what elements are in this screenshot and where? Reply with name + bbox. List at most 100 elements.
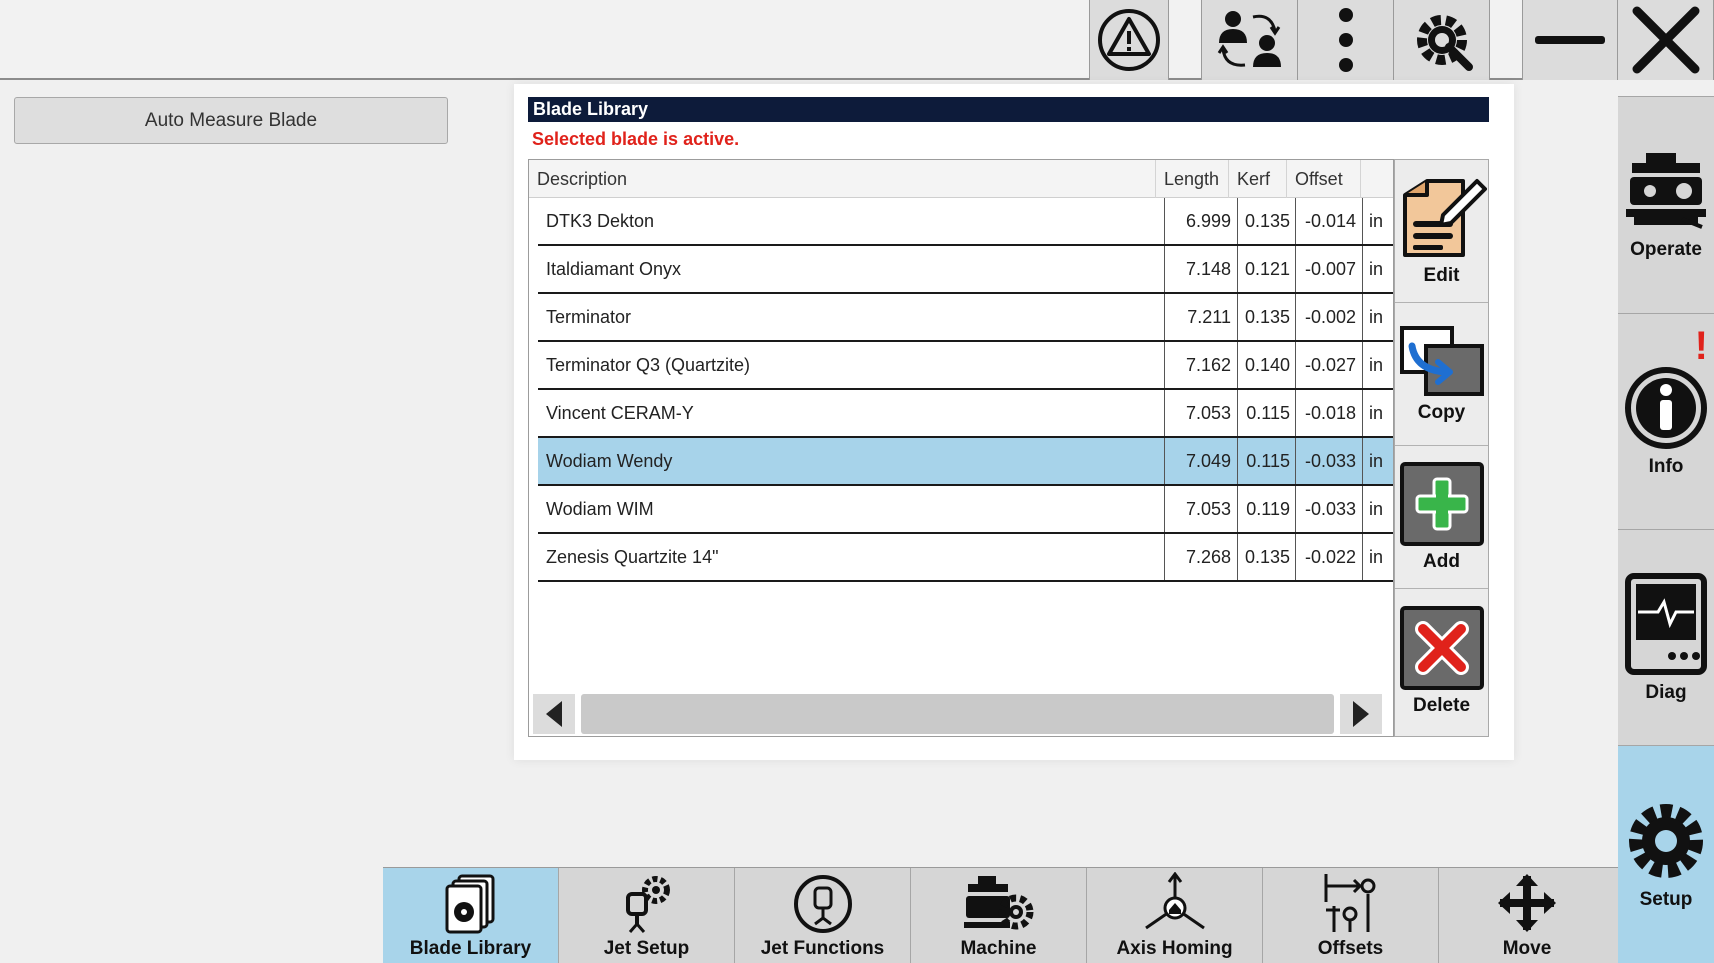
cell-kerf: 0.140 bbox=[1238, 342, 1296, 388]
dialog-title: Blade Library bbox=[528, 97, 1489, 122]
delete-icon bbox=[1399, 605, 1484, 690]
nav-info[interactable]: ! Info bbox=[1618, 313, 1714, 529]
column-header-description[interactable]: Description bbox=[529, 160, 1156, 198]
delete-button[interactable]: Delete bbox=[1395, 589, 1488, 732]
tab-machine[interactable]: Machine bbox=[911, 868, 1087, 963]
column-header-kerf[interactable]: Kerf bbox=[1229, 160, 1287, 198]
tab-jet-functions[interactable]: Jet Functions bbox=[735, 868, 911, 963]
cell-unit: in bbox=[1369, 307, 1384, 327]
copy-button[interactable]: Copy bbox=[1395, 303, 1488, 446]
jet-functions-icon bbox=[793, 875, 852, 933]
cell-description: DTK3 Dekton bbox=[538, 198, 1165, 244]
cell-offset: -0.018 bbox=[1296, 390, 1363, 436]
cell-description: Vincent CERAM-Y bbox=[538, 390, 1165, 436]
cell-length: 7.211 bbox=[1165, 294, 1238, 340]
cell-unit: in bbox=[1369, 355, 1384, 375]
table-row[interactable]: Terminator Q3 (Quartzite) 7.162 0.140 -0… bbox=[538, 342, 1393, 390]
cell-unit: in bbox=[1369, 403, 1384, 423]
cell-offset: -0.027 bbox=[1296, 342, 1363, 388]
cell-description: Zenesis Quartzite 14" bbox=[538, 534, 1165, 580]
tab-axis-homing[interactable]: Axis Homing bbox=[1087, 868, 1263, 963]
cell-kerf: 0.135 bbox=[1238, 294, 1296, 340]
tab-blade-library[interactable]: Blade Library bbox=[383, 868, 559, 963]
column-header-length[interactable]: Length bbox=[1156, 160, 1229, 198]
settings-tools-icon bbox=[1416, 15, 1473, 71]
tab-axis-homing-label: Axis Homing bbox=[1116, 938, 1233, 959]
settings-button[interactable] bbox=[1393, 0, 1490, 80]
tab-offsets[interactable]: Offsets bbox=[1263, 868, 1439, 963]
cell-offset: -0.007 bbox=[1296, 246, 1363, 292]
saw-machine-icon bbox=[1626, 153, 1706, 229]
arrow-right-icon bbox=[1353, 701, 1369, 727]
copy-label: Copy bbox=[1417, 402, 1466, 423]
gear-icon bbox=[1629, 803, 1703, 878]
table-row-selected[interactable]: Wodiam Wendy 7.049 0.115 -0.033 in bbox=[538, 438, 1393, 486]
cell-description: Terminator bbox=[538, 294, 1165, 340]
table-row[interactable]: Wodiam WIM 7.053 0.119 -0.033 in bbox=[538, 486, 1393, 534]
delete-label: Delete bbox=[1412, 694, 1471, 716]
tab-move[interactable]: Move bbox=[1439, 868, 1615, 963]
table-row[interactable]: Zenesis Quartzite 14" 7.268 0.135 -0.022… bbox=[538, 534, 1393, 582]
cell-length: 7.148 bbox=[1165, 246, 1238, 292]
bottom-navigation: Blade Library Jet Setup Jet Functions Ma… bbox=[383, 867, 1618, 963]
alarm-button[interactable] bbox=[1089, 0, 1169, 80]
status-message: Selected blade is active. bbox=[532, 129, 740, 149]
scrollbar-thumb[interactable] bbox=[581, 694, 1334, 734]
cell-length: 7.268 bbox=[1165, 534, 1238, 580]
warning-icon bbox=[1098, 9, 1160, 71]
info-icon bbox=[1625, 366, 1707, 449]
edit-button[interactable]: Edit bbox=[1395, 160, 1488, 303]
cell-kerf: 0.115 bbox=[1238, 390, 1296, 436]
scroll-left-button[interactable] bbox=[533, 694, 575, 734]
cell-unit: in bbox=[1369, 451, 1384, 471]
minimize-button[interactable] bbox=[1522, 0, 1618, 80]
column-header-offset[interactable]: Offset bbox=[1287, 160, 1361, 198]
cell-offset: -0.033 bbox=[1296, 438, 1363, 484]
jet-setup-icon bbox=[625, 876, 670, 933]
tab-move-label: Move bbox=[1502, 938, 1552, 959]
table-row[interactable]: Italdiamant Onyx 7.148 0.121 -0.007 in bbox=[538, 246, 1393, 294]
table-row[interactable]: Vincent CERAM-Y 7.053 0.115 -0.018 in bbox=[538, 390, 1393, 438]
tab-offsets-label: Offsets bbox=[1317, 938, 1384, 959]
cell-kerf: 0.135 bbox=[1238, 534, 1296, 580]
add-button[interactable]: Add bbox=[1395, 446, 1488, 589]
cell-kerf: 0.115 bbox=[1238, 438, 1296, 484]
nav-operate[interactable]: Operate bbox=[1618, 96, 1714, 313]
nav-operate-label: Operate bbox=[1630, 239, 1702, 260]
table-row[interactable]: Terminator 7.211 0.135 -0.002 in bbox=[538, 294, 1393, 342]
table-row[interactable]: DTK3 Dekton 6.999 0.135 -0.014 in bbox=[538, 198, 1393, 246]
cell-offset: -0.022 bbox=[1296, 534, 1363, 580]
cell-length: 7.049 bbox=[1165, 438, 1238, 484]
cell-offset: -0.002 bbox=[1296, 294, 1363, 340]
horizontal-scrollbar[interactable] bbox=[533, 692, 1390, 736]
tab-jet-functions-label: Jet Functions bbox=[760, 938, 885, 959]
user-switch-icon bbox=[1217, 11, 1281, 67]
auto-measure-blade-button[interactable]: Auto Measure Blade bbox=[14, 97, 448, 144]
arrow-left-icon bbox=[546, 701, 562, 727]
cell-length: 7.053 bbox=[1165, 390, 1238, 436]
diagnostics-icon bbox=[1625, 572, 1707, 675]
cell-length: 7.162 bbox=[1165, 342, 1238, 388]
nav-info-label: Info bbox=[1648, 455, 1684, 477]
edit-label: Edit bbox=[1423, 265, 1460, 286]
cell-offset: -0.014 bbox=[1296, 198, 1363, 244]
scroll-right-button[interactable] bbox=[1340, 694, 1382, 734]
blade-library-icon bbox=[445, 874, 494, 934]
add-label: Add bbox=[1423, 551, 1460, 572]
tab-jet-setup[interactable]: Jet Setup bbox=[559, 868, 735, 963]
tab-machine-label: Machine bbox=[960, 938, 1037, 959]
machine-icon bbox=[963, 876, 1033, 930]
right-navigation: Operate ! Info Diag Setup bbox=[1618, 96, 1714, 963]
nav-setup[interactable]: Setup bbox=[1618, 745, 1714, 963]
edit-icon bbox=[1402, 179, 1487, 257]
cell-unit: in bbox=[1369, 259, 1384, 279]
cell-description: Wodiam Wendy bbox=[538, 438, 1165, 484]
more-vertical-icon bbox=[1338, 8, 1353, 72]
offsets-icon bbox=[1324, 874, 1375, 932]
nav-diag[interactable]: Diag bbox=[1618, 529, 1714, 745]
close-button[interactable] bbox=[1617, 0, 1714, 80]
more-options-button[interactable] bbox=[1297, 0, 1394, 80]
copy-icon bbox=[1399, 326, 1484, 396]
cell-unit: in bbox=[1369, 211, 1384, 231]
switch-user-button[interactable] bbox=[1201, 0, 1298, 80]
